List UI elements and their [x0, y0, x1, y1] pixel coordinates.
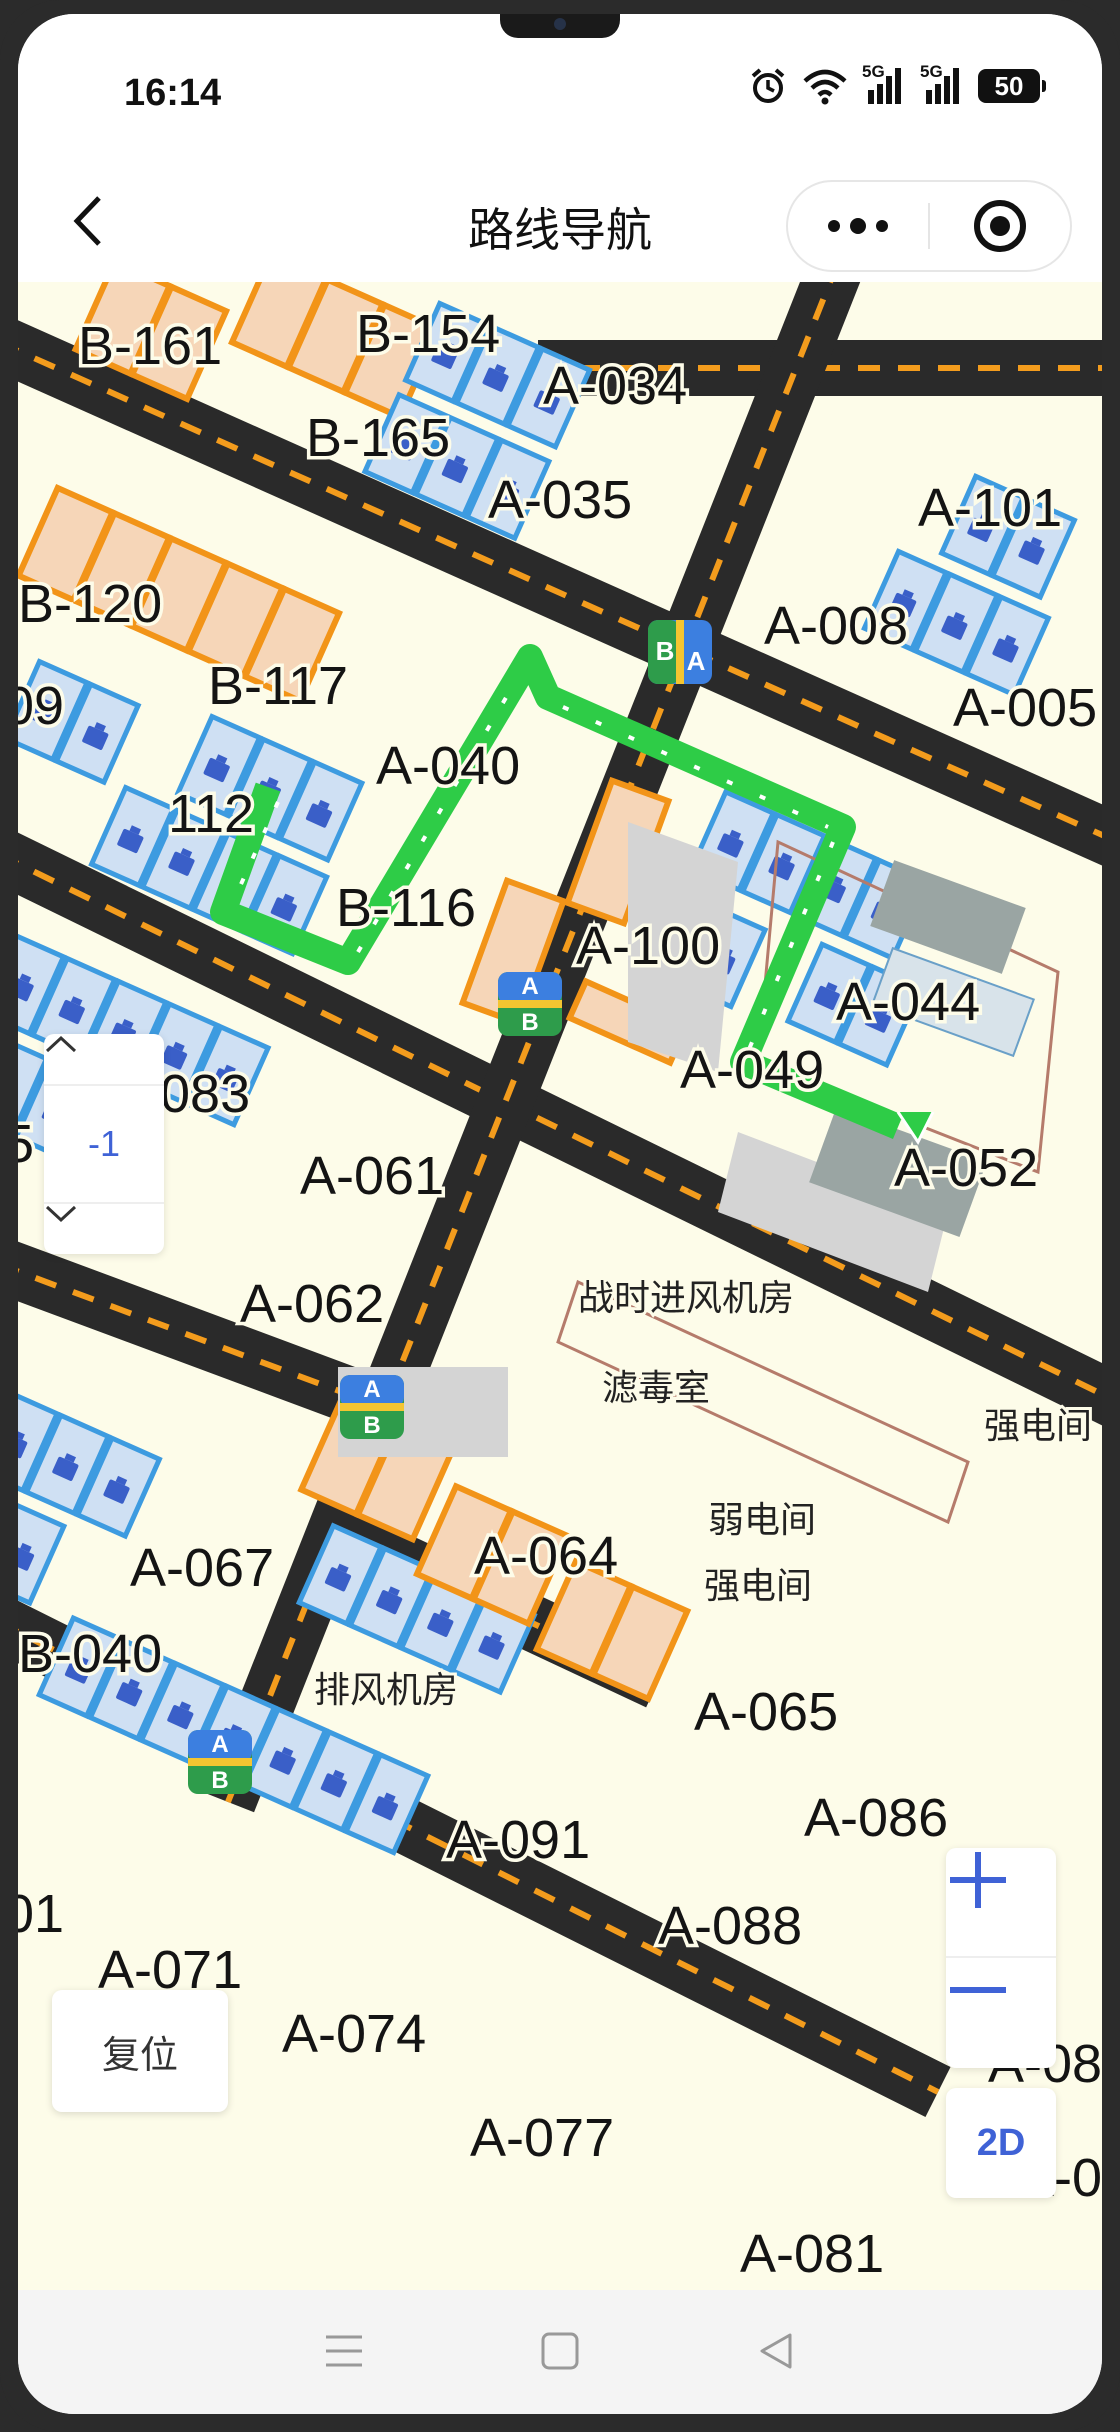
svg-text:B: B — [211, 1767, 228, 1794]
space-label: 5 — [18, 1114, 34, 1174]
plus-icon — [950, 1852, 1006, 1908]
floor-level: -1 — [87, 1123, 120, 1164]
svg-text:A: A — [211, 1731, 228, 1758]
space-label: A-067 — [130, 1538, 274, 1598]
system-back-button[interactable] — [736, 2316, 816, 2386]
status-time: 16:14 — [124, 72, 222, 114]
more-button[interactable] — [788, 182, 928, 270]
space-label: A-034 — [543, 356, 687, 416]
wifi-icon — [803, 69, 847, 105]
floor-selector: -1 — [44, 1034, 164, 1254]
space-label: 09 — [18, 676, 64, 736]
signal-icon: 5G — [862, 62, 906, 106]
intersection-marker: A B — [340, 1375, 404, 1439]
zoom-in-button[interactable] — [946, 1848, 1056, 1958]
room-label: 强电间 — [704, 1566, 812, 1607]
chevron-up-icon — [45, 1035, 77, 1053]
intersection-marker: A B — [188, 1730, 252, 1794]
svg-text:B: B — [521, 1009, 538, 1036]
room-label: 战时进风机房 — [578, 1278, 794, 1319]
space-label: A-064 — [474, 1526, 618, 1586]
home-square-icon — [541, 2332, 579, 2370]
svg-text:A: A — [687, 646, 706, 676]
space-label: A-074 — [282, 2004, 426, 2064]
more-dots-icon — [828, 218, 888, 234]
svg-text:A: A — [521, 973, 538, 1000]
space-label: A-101 — [918, 478, 1062, 538]
map-canvas[interactable]: B A A B A B A B B-161 B-154 A-034 B-165 … — [18, 282, 1102, 2290]
signal-icon-2: 5G — [920, 62, 964, 106]
space-label: A-091 — [446, 1810, 590, 1870]
zoom-controls — [946, 1848, 1056, 2068]
room-label: 滤毒室 — [602, 1368, 710, 1409]
intersection-marker: B A — [648, 620, 712, 684]
space-label: A-077 — [470, 2108, 614, 2168]
svg-text:B: B — [363, 1412, 380, 1439]
space-label: A-005 — [953, 678, 1097, 738]
view-mode-button[interactable]: 2D — [946, 2088, 1056, 2198]
space-label: A-086 — [804, 1788, 948, 1848]
battery-level: 50 — [994, 70, 1024, 101]
camera-notch — [500, 14, 620, 38]
back-triangle-icon — [760, 2333, 792, 2369]
floor-down-button[interactable] — [44, 1202, 164, 1254]
menu-button[interactable] — [304, 2316, 384, 2386]
space-label: A-081 — [740, 2224, 884, 2284]
zoom-out-button[interactable] — [946, 1958, 1056, 2068]
system-nav-bar — [18, 2290, 1102, 2414]
space-label: A-040 — [376, 736, 520, 796]
floor-up-button[interactable] — [44, 1034, 164, 1086]
space-label: A-100 — [576, 916, 720, 976]
room-label: 弱电间 — [708, 1500, 816, 1541]
space-label: B-117 — [208, 656, 348, 716]
space-label: 112 — [168, 784, 254, 844]
alarm-icon — [751, 68, 785, 103]
space-label: A-065 — [694, 1682, 838, 1742]
intersection-marker: A B — [498, 972, 562, 1036]
space-label: B-154 — [356, 304, 500, 364]
room-label: 强电间 — [984, 1406, 1092, 1447]
space-label: A-088 — [658, 1896, 802, 1956]
reset-button[interactable]: 复位 — [52, 1990, 228, 2112]
battery-icon: 50 — [978, 69, 1046, 103]
space-label: A-061 — [300, 1146, 444, 1206]
space-label: B-040 — [18, 1624, 162, 1684]
screen: 16:14 5G 5G 50 路线导航 B A A B A B A B B-16… — [18, 14, 1102, 2414]
space-label: A-044 — [836, 972, 980, 1032]
nav-header: 路线导航 — [18, 164, 1102, 282]
space-label: 01 — [18, 1884, 64, 1944]
status-icons: 5G 5G 50 — [748, 62, 1046, 106]
space-label: A-008 — [764, 596, 908, 656]
space-label: A-049 — [680, 1040, 824, 1100]
space-label: B-165 — [306, 408, 450, 468]
room-label: 排风机房 — [314, 1670, 458, 1711]
space-label: A-052 — [894, 1138, 1038, 1198]
minus-icon — [950, 1987, 1006, 1993]
phone-frame: 16:14 5G 5G 50 路线导航 B A A B A B A B B-16… — [0, 0, 1120, 2432]
space-label: A-035 — [488, 470, 632, 530]
parking-map[interactable]: B A A B A B A B B-161 B-154 A-034 B-165 … — [18, 282, 1102, 2290]
mini-program-capsule — [786, 180, 1072, 272]
svg-text:A: A — [363, 1376, 380, 1403]
space-label: B-120 — [18, 574, 162, 634]
target-icon — [974, 200, 1026, 252]
menu-icon — [326, 2335, 362, 2367]
space-label: B-161 — [78, 316, 222, 376]
svg-text:B: B — [656, 636, 675, 666]
chevron-down-icon — [45, 1205, 77, 1223]
close-program-button[interactable] — [930, 182, 1070, 270]
space-label: A-062 — [240, 1274, 384, 1334]
space-label: B-116 — [336, 878, 476, 938]
home-button[interactable] — [520, 2316, 600, 2386]
